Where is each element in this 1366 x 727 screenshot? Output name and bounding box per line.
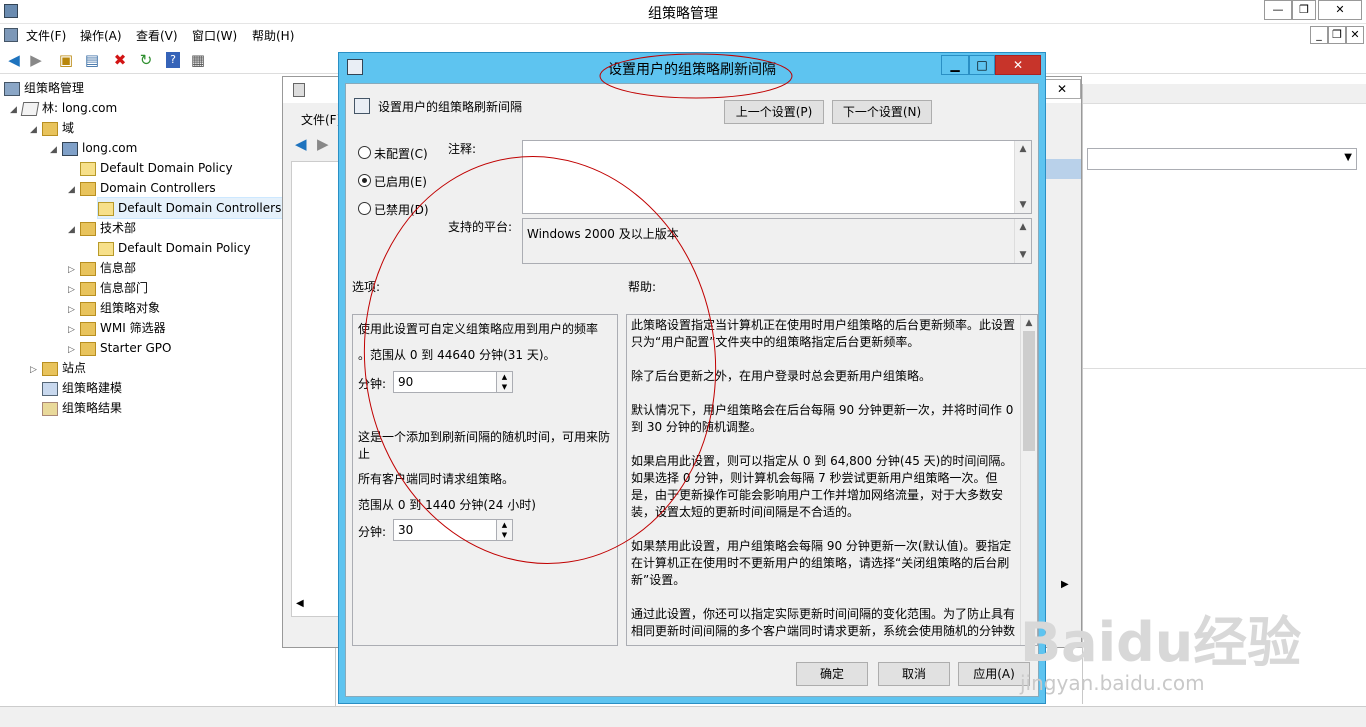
watermark: Baidu经验 jingyan.baidu.com [1020, 598, 1360, 708]
watermark-brand: Baidu经验 [1020, 611, 1302, 674]
title-annotation-ellipse [599, 53, 793, 99]
status-bar [0, 706, 1366, 727]
options-annotation-ellipse [363, 156, 717, 564]
watermark-url: jingyan.baidu.com [1020, 671, 1205, 695]
